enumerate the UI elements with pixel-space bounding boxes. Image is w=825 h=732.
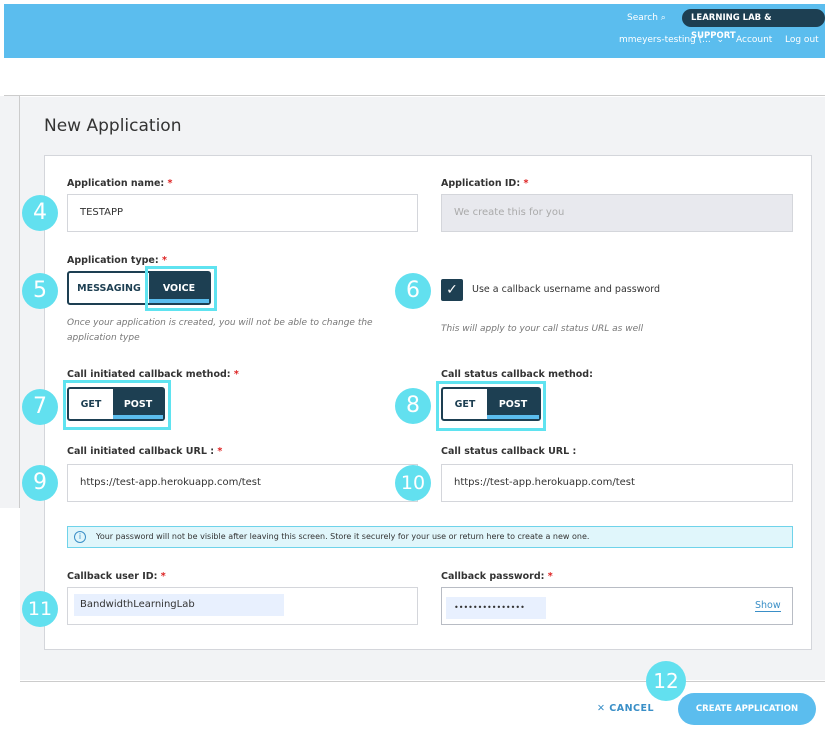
info-text: Your password will not be visible after … xyxy=(96,532,590,541)
callout-6: 6 xyxy=(395,273,431,309)
chevron-down-icon: ⌄ xyxy=(716,35,725,45)
password-input[interactable]: ••••••••••••••• xyxy=(441,587,793,625)
app-type-label: Application type: * xyxy=(67,255,167,266)
logout-link[interactable]: Log out xyxy=(785,35,819,45)
highlight-box xyxy=(436,381,546,431)
highlight-box xyxy=(145,266,217,311)
status-url-label: Call status callback URL : xyxy=(441,446,577,457)
show-password-link[interactable]: Show xyxy=(755,600,781,612)
callback-auth-checkbox[interactable]: ✓ xyxy=(441,279,463,301)
left-gutter xyxy=(0,96,20,508)
app-name-input[interactable]: TESTAPP xyxy=(67,194,418,232)
divider xyxy=(4,95,825,96)
cancel-label: CANCEL xyxy=(609,703,655,714)
highlight-box xyxy=(63,380,171,430)
app-id-label: Application ID: * xyxy=(441,178,529,189)
callout-10: 10 xyxy=(395,465,431,501)
account-dropdown[interactable]: mmeyers-testing (... ⌄ xyxy=(619,35,724,45)
info-icon: i xyxy=(74,531,86,543)
callout-11: 11 xyxy=(22,591,58,627)
initiated-url-input[interactable]: https://test-app.herokuapp.com/test xyxy=(67,464,418,502)
initiated-url-label: Call initiated callback URL : * xyxy=(67,446,223,457)
status-method-label: Call status callback method: xyxy=(441,369,593,380)
callout-5: 5 xyxy=(22,273,58,309)
create-application-button[interactable]: CREATE APPLICATION xyxy=(678,693,816,725)
close-icon: ✕ xyxy=(597,703,606,714)
checkmark-icon: ✓ xyxy=(446,282,458,298)
callout-4: 4 xyxy=(22,195,58,231)
callout-8: 8 xyxy=(395,388,431,424)
search-link[interactable]: Search ⌕ xyxy=(627,13,666,23)
status-url-input[interactable]: https://test-app.herokuapp.com/test xyxy=(441,464,793,502)
password-value: ••••••••••••••• xyxy=(446,597,546,619)
password-info-banner: i Your password will not be visible afte… xyxy=(67,526,793,548)
search-icon: ⌕ xyxy=(660,13,666,23)
callout-7: 7 xyxy=(22,389,58,425)
cancel-button[interactable]: ✕ CANCEL xyxy=(597,703,654,714)
app-id-input: We create this for you xyxy=(441,194,793,232)
app-type-hint: Once your application is created, you wi… xyxy=(67,318,373,343)
messaging-option[interactable]: MESSAGING xyxy=(69,273,149,303)
account-name: mmeyers-testing (... xyxy=(619,35,711,45)
account-link[interactable]: Account xyxy=(736,35,772,45)
callout-12: 12 xyxy=(646,661,686,701)
callback-auth-hint: This will apply to your call status URL … xyxy=(441,324,644,334)
callout-9: 9 xyxy=(22,465,58,501)
user-id-value: BandwidthLearningLab xyxy=(74,594,284,616)
initiated-method-label: Call initiated callback method: * xyxy=(67,369,239,380)
search-label: Search xyxy=(627,13,658,23)
page-title: New Application xyxy=(44,116,182,136)
user-id-input[interactable]: BandwidthLearningLab xyxy=(67,587,418,625)
learning-lab-button[interactable]: LEARNING LAB & SUPPORT xyxy=(682,9,825,41)
user-id-label: Callback user ID: * xyxy=(67,571,166,582)
app-name-label: Application name: * xyxy=(67,178,173,189)
callback-auth-label: Use a callback username and password xyxy=(472,284,661,295)
password-label: Callback password: * xyxy=(441,571,553,582)
